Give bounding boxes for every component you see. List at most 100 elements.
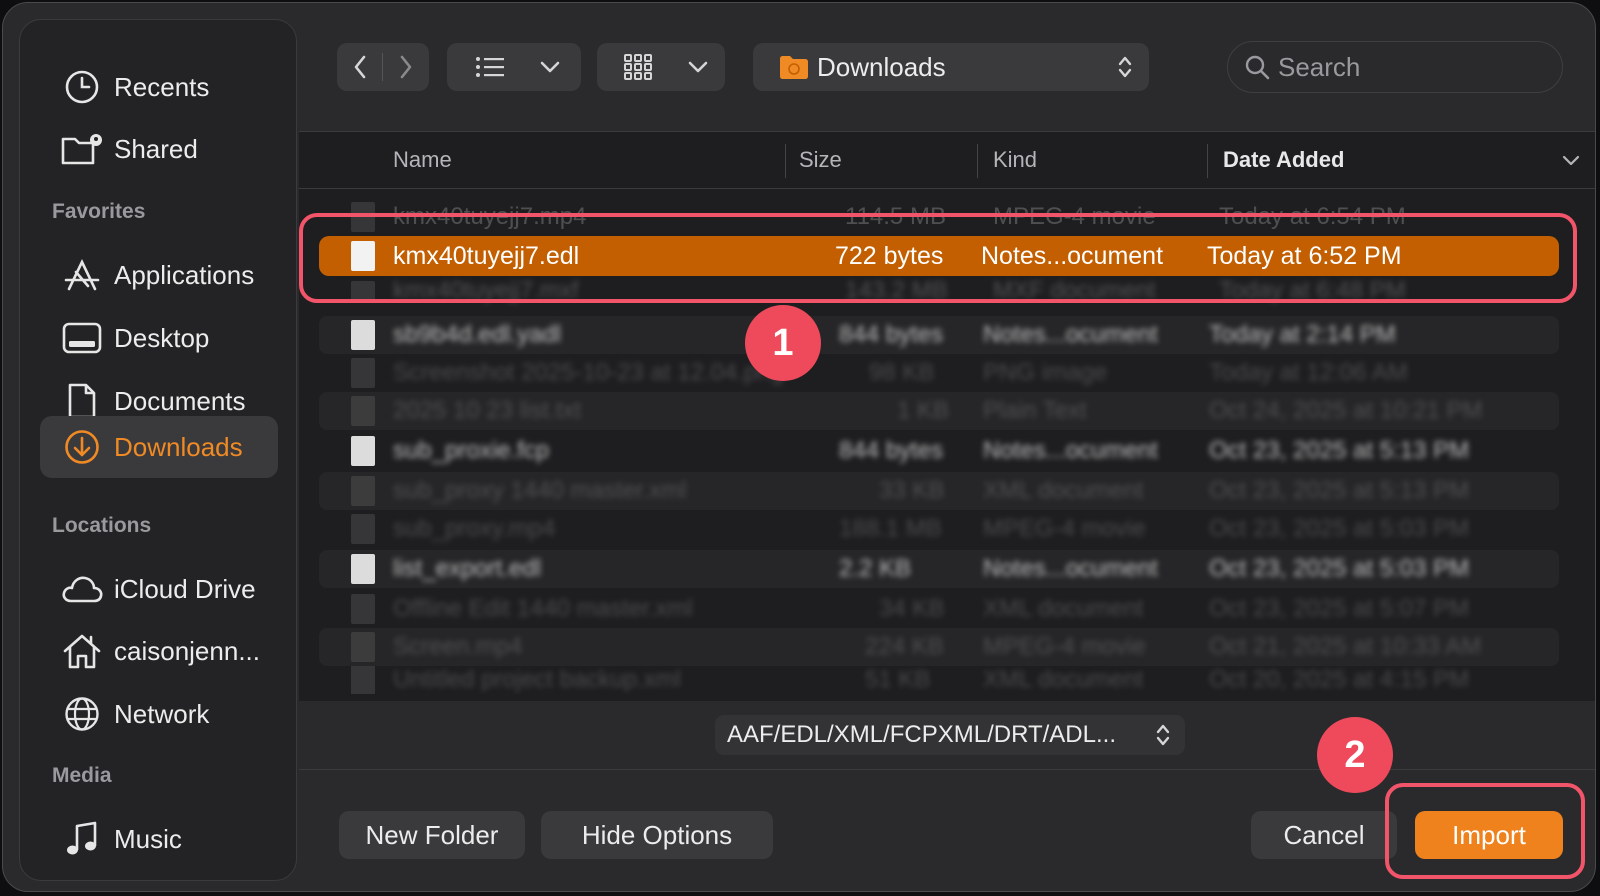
- sidebar-item-applications[interactable]: Applications: [40, 244, 278, 306]
- grid-icon: [624, 54, 652, 80]
- sidebar-item-label: Desktop: [114, 322, 210, 353]
- sidebar-item-downloads[interactable]: Downloads: [40, 416, 278, 478]
- video-file-icon: [351, 514, 375, 544]
- sidebar-section-locations: Locations: [52, 514, 152, 537]
- annotation-step-badge: 2: [1317, 717, 1393, 793]
- column-divider: [1207, 144, 1208, 178]
- file-size: 2.2 KB: [839, 555, 912, 582]
- sidebar-item-music[interactable]: Music: [40, 808, 278, 870]
- file-row[interactable]: Screen.mp4 224 KB MPEG-4 movie Oct 21, 2…: [319, 628, 1559, 666]
- file-kind: XML document: [983, 666, 1144, 693]
- file-name: Screenshot 2025-10-23 at 12.04.png: [393, 359, 784, 386]
- file-size: 844 bytes: [839, 437, 944, 464]
- file-date: Oct 23, 2025 at 5:03 PM: [1209, 555, 1470, 582]
- file-row[interactable]: sub_proxy.mp4 188.1 MB MPEG-4 movie Oct …: [319, 510, 1559, 548]
- cloud-icon: [56, 569, 108, 609]
- file-date: Oct 20, 2025 at 4:15 PM: [1209, 666, 1470, 693]
- up-down-chevron-icon: [1156, 724, 1170, 746]
- column-header-name[interactable]: Name: [393, 132, 452, 188]
- file-size: 51 KB: [865, 666, 931, 693]
- sidebar-item-home[interactable]: caisonjenn...: [40, 620, 278, 682]
- column-header-kind[interactable]: Kind: [993, 132, 1037, 188]
- file-kind: MPEG-4 movie: [983, 515, 1146, 542]
- file-date: Today at 12:06 AM: [1209, 359, 1408, 386]
- sidebar-item-shared[interactable]: Shared: [40, 118, 278, 180]
- file-date: Oct 23, 2025 at 5:03 PM: [1209, 515, 1470, 542]
- chevron-down-icon: [540, 61, 560, 73]
- navigation-buttons: [337, 43, 429, 91]
- file-kind: XML document: [983, 595, 1144, 622]
- file-icon: [351, 476, 375, 506]
- file-row[interactable]: list_export.edl 2.2 KB Notes...ocument O…: [319, 550, 1559, 588]
- sidebar-item-label: Recents: [114, 71, 210, 102]
- view-mode-list-button[interactable]: [447, 43, 581, 91]
- file-kind: Notes...ocument: [983, 437, 1158, 464]
- file-row[interactable]: Offline Edit 1440 master.xml 34 KB XML d…: [319, 590, 1559, 628]
- downloads-folder-icon: [780, 56, 808, 79]
- file-row[interactable]: Screenshot 2025-10-23 at 12.04.png 98 KB…: [319, 354, 1559, 392]
- file-name: sub_proxy 1440 master.xml: [393, 477, 687, 504]
- file-date: Oct 23, 2025 at 5:07 PM: [1209, 595, 1470, 622]
- file-row[interactable]: 2025 10 23 list.txt 1 KB Plain Text Oct …: [319, 392, 1559, 430]
- file-name: list_export.edl: [393, 555, 542, 582]
- footer-divider: [299, 769, 1595, 770]
- search-input[interactable]: Search: [1278, 52, 1360, 83]
- file-row[interactable]: sub_proxy 1440 master.xml 33 KB XML docu…: [319, 472, 1559, 510]
- annotation-step-badge: 1: [745, 305, 821, 381]
- file-size: 33 KB: [879, 477, 945, 504]
- file-size: 844 bytes: [839, 321, 944, 348]
- column-header-date-added[interactable]: Date Added: [1223, 132, 1344, 188]
- sidebar-item-recents[interactable]: Recents: [40, 56, 278, 118]
- file-date: Oct 24, 2025 at 10:21 PM: [1209, 397, 1483, 424]
- column-divider: [977, 144, 978, 178]
- location-label: Downloads: [817, 51, 946, 82]
- sidebar-item-network[interactable]: Network: [40, 683, 278, 745]
- file-kind: MPEG-4 movie: [983, 633, 1146, 660]
- file-size: 98 KB: [869, 359, 935, 386]
- file-row[interactable]: sub_proxie.fcp 844 bytes Notes...ocument…: [319, 432, 1559, 470]
- sidebar-item-label: Network: [114, 698, 210, 729]
- file-icon: [351, 554, 375, 584]
- video-file-icon: [351, 632, 375, 662]
- chevron-right-icon: [400, 55, 411, 79]
- file-icon: [351, 666, 375, 694]
- cancel-button[interactable]: Cancel: [1251, 811, 1397, 859]
- sidebar-item-desktop[interactable]: Desktop: [40, 307, 278, 369]
- sidebar-item-label: Applications: [114, 259, 255, 290]
- file-kind: XML document: [983, 477, 1144, 504]
- chevron-left-icon: [354, 55, 365, 79]
- sidebar-item-label: iCloud Drive: [114, 573, 256, 604]
- column-header-size[interactable]: Size: [799, 132, 842, 188]
- location-popup[interactable]: Downloads: [753, 43, 1149, 91]
- search-field[interactable]: Search: [1227, 41, 1563, 93]
- file-date: Oct 21, 2025 at 10:33 AM: [1209, 633, 1482, 660]
- header-divider: [299, 188, 1595, 189]
- sidebar-item-label: Downloads: [114, 431, 243, 462]
- file-size: 1 KB: [897, 397, 950, 424]
- music-note-icon: [56, 819, 108, 859]
- file-kind: Plain Text: [983, 397, 1087, 424]
- file-row[interactable]: Untitled project backup.xml 51 KB XML do…: [319, 666, 1559, 694]
- sidebar: Recents Shared Favorites Applications De…: [19, 19, 297, 881]
- file-kind: PNG image: [983, 359, 1108, 386]
- annotation-highlight-selected-file: [299, 213, 1577, 303]
- new-folder-button[interactable]: New Folder: [339, 811, 525, 859]
- up-down-chevron-icon: [1118, 56, 1132, 78]
- file-kind: Notes...ocument: [983, 321, 1158, 348]
- file-format-popup[interactable]: AAF/EDL/XML/FCPXML/DRT/ADL...: [715, 715, 1185, 755]
- grouping-button[interactable]: [597, 43, 725, 91]
- file-name: sub_proxy.mp4: [393, 515, 556, 542]
- file-name: Screen.mp4: [393, 633, 523, 660]
- chevron-down-icon: [688, 61, 708, 73]
- file-name: sb9b4d.edl.yadl: [393, 321, 562, 348]
- file-import-dialog: Recents Shared Favorites Applications De…: [2, 2, 1596, 892]
- hide-options-button[interactable]: Hide Options: [541, 811, 773, 859]
- globe-icon: [56, 694, 108, 734]
- back-button[interactable]: [337, 54, 382, 80]
- home-icon: [56, 631, 108, 671]
- file-row[interactable]: sb9b4d.edl.yadl 844 bytes Notes...ocumen…: [319, 316, 1559, 354]
- forward-button[interactable]: [383, 54, 428, 80]
- file-size: 224 KB: [865, 633, 944, 660]
- sidebar-item-icloud-drive[interactable]: iCloud Drive: [40, 558, 278, 620]
- file-kind: Notes...ocument: [983, 555, 1158, 582]
